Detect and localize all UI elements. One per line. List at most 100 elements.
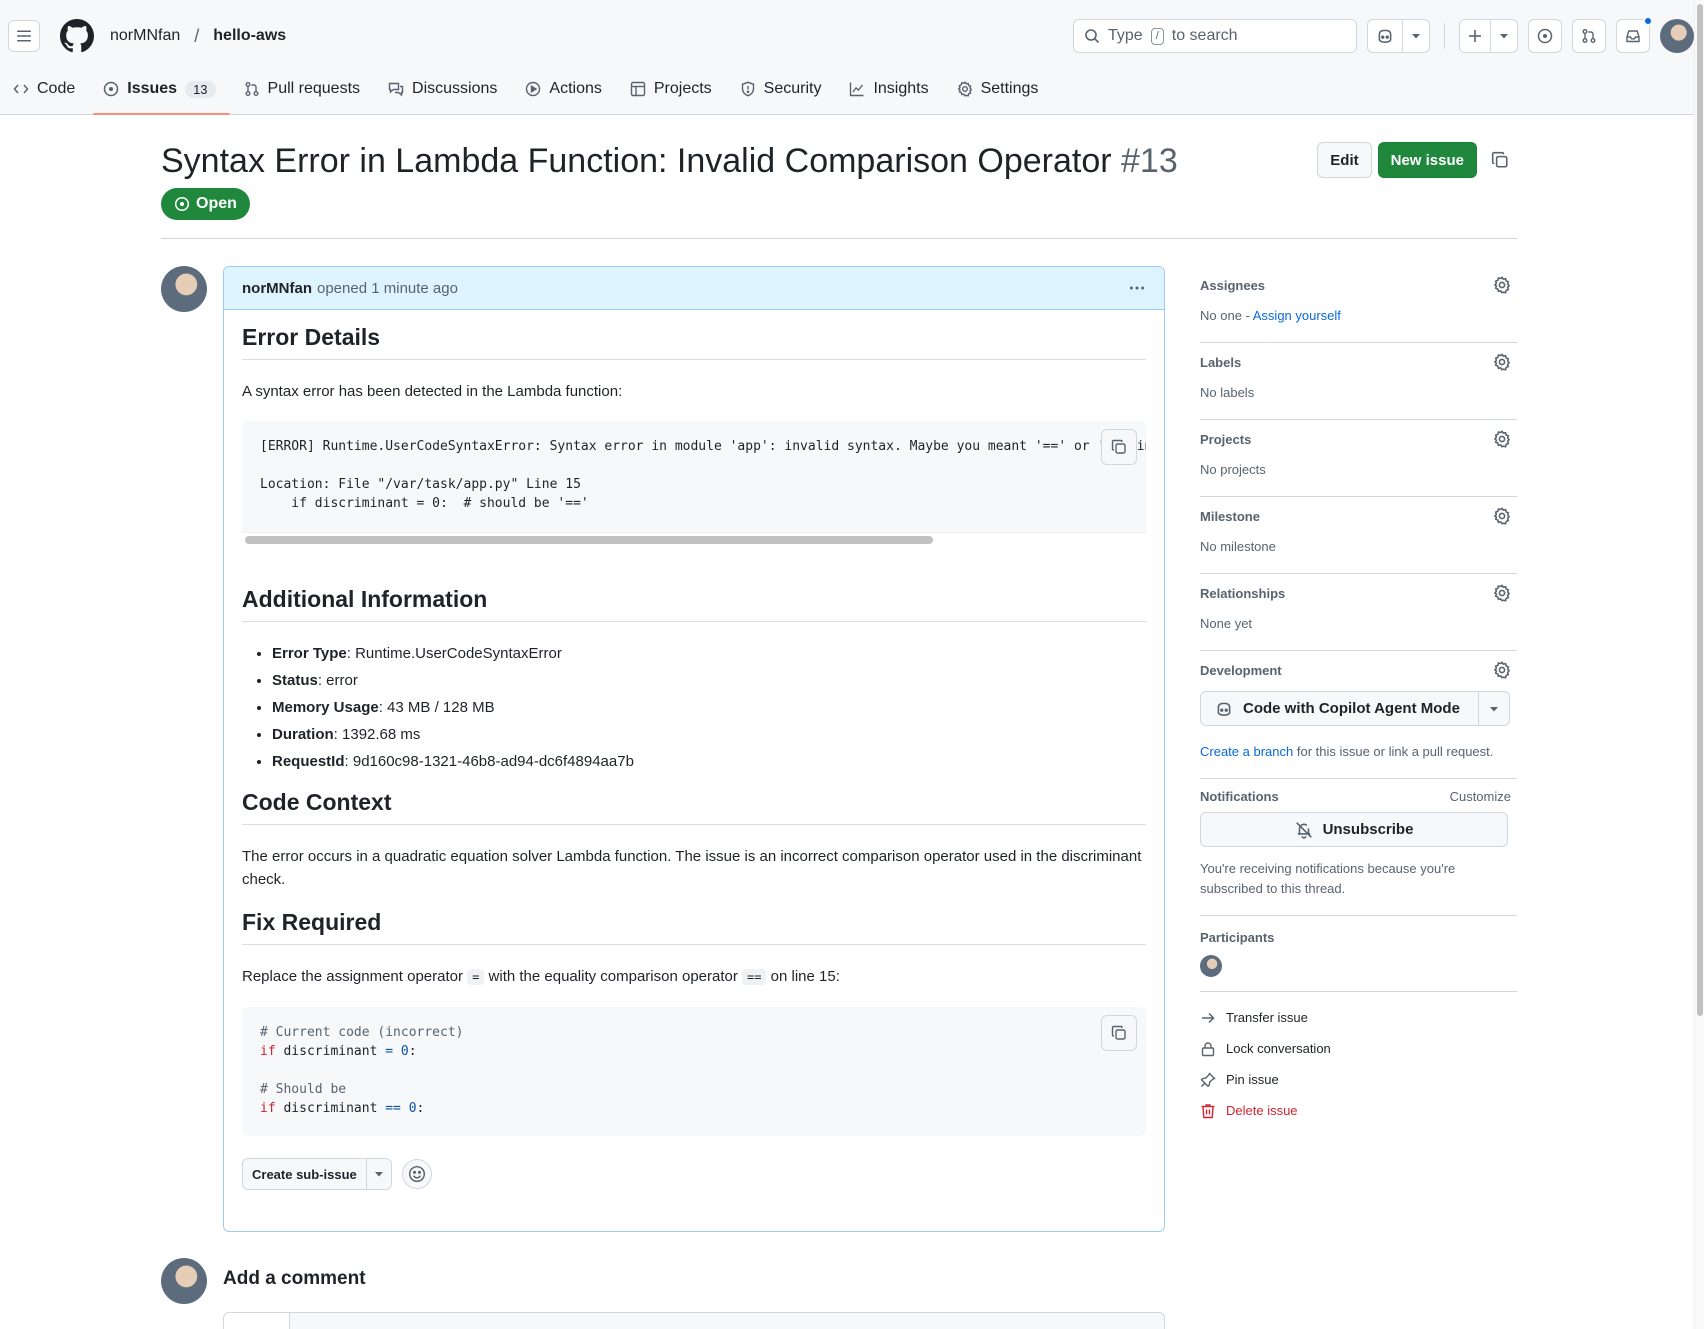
milestone-value: No milestone [1200, 539, 1276, 554]
customize-link[interactable]: Customize [1450, 789, 1511, 804]
copy-code-button[interactable] [1101, 1015, 1137, 1051]
issue-sidebar: Assignees No one - Assign yourself Label… [1200, 266, 1517, 1126]
fix-code-text: # Current code (incorrect) if discrimina… [242, 1007, 1146, 1136]
copilot-dropdown[interactable] [1402, 20, 1429, 52]
create-sub-issue-dropdown[interactable] [365, 1159, 391, 1189]
copy-icon [1111, 1025, 1126, 1040]
copilot-agent-button[interactable]: Code with Copilot Agent Mode [1200, 691, 1510, 726]
gear-icon[interactable] [1493, 276, 1511, 294]
comment-opened-text: opened [317, 279, 368, 297]
relationships-header[interactable]: Relationships [1200, 584, 1511, 602]
paragraph-fix: Replace the assignment operator = with t… [242, 965, 1146, 989]
pin-issue-button[interactable]: Pin issue [1200, 1064, 1517, 1095]
participants-header: Participants [1200, 930, 1511, 945]
tab-issues[interactable]: Issues 13 [93, 72, 230, 115]
delete-issue-button[interactable]: Delete issue [1200, 1095, 1517, 1126]
caret-down-icon [374, 1172, 383, 1177]
title-actions: Edit New issue [1317, 142, 1517, 178]
repo-nav: Code Issues 13 Pull requests Discussions… [0, 72, 1704, 115]
copy-code-button[interactable] [1101, 429, 1137, 465]
paragraph-detected: A syntax error has been detected in the … [242, 383, 623, 400]
create-sub-issue-button[interactable]: Create sub-issue [242, 1158, 392, 1190]
copilot-icon [1217, 702, 1231, 716]
create-sub-issue-label[interactable]: Create sub-issue [243, 1159, 366, 1189]
tab-actions[interactable]: Actions [525, 72, 615, 106]
copy-link-button[interactable] [1483, 143, 1517, 177]
milestone-label: Milestone [1200, 508, 1260, 524]
tab-pull-requests[interactable]: Pull requests [244, 72, 375, 106]
error-code-block: [ERROR] Runtime.UserCodeSyntaxError: Syn… [242, 421, 1146, 546]
info-key: Memory Usage [272, 699, 379, 716]
development-header[interactable]: Development [1200, 661, 1511, 679]
heading-fix-required: Fix Required [242, 909, 1146, 945]
comment-options-button[interactable] [1128, 279, 1146, 297]
gear-icon[interactable] [1493, 353, 1511, 371]
pull-requests-shortcut-button[interactable] [1572, 19, 1606, 53]
gear-icon[interactable] [1493, 584, 1511, 602]
transfer-issue-button[interactable]: Transfer issue [1200, 1002, 1517, 1033]
top-actions: Type / to search [1073, 16, 1694, 53]
milestone-header[interactable]: Milestone [1200, 507, 1511, 525]
author-avatar[interactable] [161, 266, 207, 312]
search-prefix: Type [1108, 27, 1143, 44]
git-pull-request-icon [1582, 29, 1596, 43]
comment-author[interactable]: norMNfan [242, 280, 312, 297]
tab-projects[interactable]: Projects [630, 72, 726, 106]
copilot-icon[interactable] [1368, 20, 1402, 52]
search-input[interactable]: Type / to search [1073, 19, 1357, 53]
code-horizontal-scrollbar[interactable] [242, 532, 1146, 546]
user-avatar[interactable] [1660, 19, 1694, 53]
tab-security[interactable]: Security [740, 72, 836, 106]
tab-write[interactable] [224, 1313, 290, 1329]
comment-header: norMNfan opened 1 minute ago [224, 267, 1164, 310]
breadcrumb-owner[interactable]: norMNfan [110, 27, 180, 45]
create-new-button[interactable] [1459, 19, 1518, 53]
current-user-avatar[interactable] [161, 1258, 207, 1304]
add-reaction-button[interactable] [401, 1159, 432, 1189]
github-logo-icon[interactable] [60, 19, 94, 53]
breadcrumb-repo[interactable]: hello-aws [213, 27, 286, 45]
comment-timestamp[interactable]: 1 minute ago [371, 280, 458, 297]
issues-shortcut-button[interactable] [1528, 19, 1562, 53]
edit-button[interactable]: Edit [1317, 142, 1372, 178]
participant-avatar[interactable] [1200, 955, 1222, 977]
plus-icon[interactable] [1460, 20, 1490, 52]
inline-code-equality: == [742, 969, 767, 985]
copilot-button[interactable] [1367, 19, 1430, 53]
gear-icon[interactable] [1493, 507, 1511, 525]
page-scrollbar[interactable] [1694, 0, 1704, 1329]
menu-button[interactable] [8, 20, 40, 52]
new-issue-button[interactable]: New issue [1377, 142, 1477, 178]
notification-dot [1643, 16, 1653, 26]
comment-editor[interactable] [223, 1312, 1165, 1329]
projects-value: No projects [1200, 462, 1266, 477]
copilot-agent-dropdown[interactable] [1478, 692, 1509, 725]
gear-icon[interactable] [1493, 661, 1511, 679]
tab-code[interactable]: Code [13, 72, 89, 106]
projects-header[interactable]: Projects [1200, 430, 1511, 448]
tab-insights[interactable]: Insights [849, 72, 942, 106]
hamburger-icon [17, 30, 31, 42]
unsubscribe-button[interactable]: Unsubscribe [1200, 812, 1508, 847]
assignees-header[interactable]: Assignees [1200, 276, 1511, 294]
caret-down-icon [1500, 34, 1508, 39]
code-colon: : [416, 1101, 425, 1116]
copilot-agent-main[interactable]: Code with Copilot Agent Mode [1201, 692, 1474, 725]
lock-conversation-button[interactable]: Lock conversation [1200, 1033, 1517, 1064]
notifications-note: You're receiving notifications because y… [1200, 861, 1456, 896]
assign-yourself-link[interactable]: Assign yourself [1253, 308, 1341, 323]
heading-code-context: Code Context [242, 789, 1146, 825]
issue-body-comment: norMNfan opened 1 minute ago Error Detai… [223, 266, 1165, 1232]
create-branch-link[interactable]: Create a branch [1200, 744, 1293, 759]
code-comment: # Current code (incorrect) [260, 1025, 464, 1040]
development-note-rest: for this issue or link a pull request. [1293, 744, 1494, 759]
inbox-button[interactable] [1616, 16, 1653, 53]
labels-header[interactable]: Labels [1200, 353, 1511, 371]
gear-icon[interactable] [1493, 430, 1511, 448]
list-item: Error Type: Runtime.UserCodeSyntaxError [272, 642, 1146, 665]
tab-settings[interactable]: Settings [957, 72, 1053, 106]
tab-discussions[interactable]: Discussions [388, 72, 511, 106]
code-scrollbar-thumb[interactable] [245, 536, 933, 544]
create-new-dropdown[interactable] [1490, 20, 1517, 52]
page-scrollbar-thumb[interactable] [1697, 4, 1703, 1016]
